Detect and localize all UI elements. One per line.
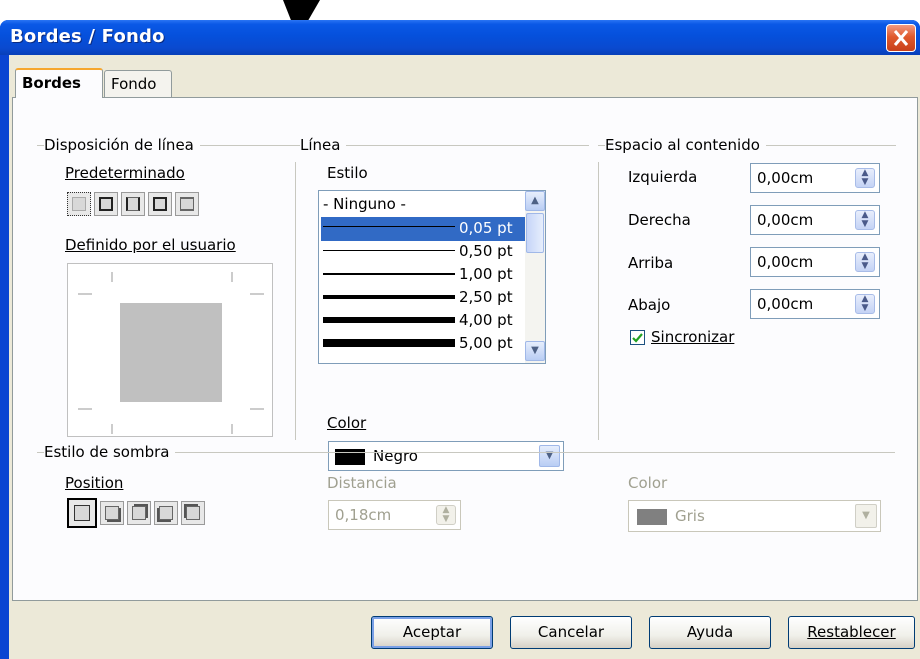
sombra-color-value: Gris (675, 507, 705, 525)
list-item[interactable]: - Ninguno - (321, 193, 531, 217)
line-style-list[interactable]: - Ninguno - 0,05 pt 0,50 pt 1,00 pt 2,50… (318, 190, 546, 364)
chevron-down-icon[interactable]: ▼ (539, 445, 560, 467)
espacio-title: Espacio al contenido (605, 136, 766, 154)
restablecer-button[interactable]: Restablecer (788, 616, 915, 649)
tab-fondo-label: Fondo (111, 75, 157, 93)
position-label: Position (65, 474, 124, 492)
preset-outer-icon[interactable] (94, 192, 118, 216)
tab-fondo[interactable]: Fondo (104, 70, 172, 97)
linea-title: Línea (300, 136, 347, 154)
aceptar-button[interactable]: Aceptar (371, 616, 493, 649)
scroll-thumb[interactable] (526, 213, 544, 253)
linea-color-value: Negro (373, 447, 418, 465)
preset-top-bottom-icon[interactable] (175, 192, 199, 216)
close-button[interactable] (886, 24, 916, 52)
tab-bordes[interactable]: Bordes (15, 68, 103, 98)
shadow-top-left-icon[interactable] (181, 501, 205, 525)
tab-bordes-label: Bordes (22, 74, 81, 92)
spin-arrows-icon[interactable]: ▲ ▼ (855, 294, 875, 314)
scroll-up-icon[interactable]: ▲ (525, 191, 545, 211)
predeterminado-label: Predeterminado (65, 164, 185, 182)
cancelar-button[interactable]: Cancelar (510, 616, 632, 649)
sincronizar-checkbox[interactable] (630, 330, 645, 345)
derecha-label: Derecha (628, 211, 691, 229)
izquierda-spin[interactable]: 0,00cm ▲ ▼ (750, 163, 880, 193)
shadow-bottom-right-icon[interactable] (100, 501, 124, 525)
dialog-window: Bordes / Fondo Bordes Fondo Disposición … (0, 20, 920, 659)
preset-all-icon[interactable] (148, 192, 172, 216)
linea-color-label: Color (327, 414, 367, 432)
shadow-position-icons (67, 498, 267, 530)
sombra-color-swatch (637, 509, 667, 525)
sombra-color-select[interactable]: Gris ▼ (628, 500, 881, 532)
preset-none-icon[interactable] (67, 192, 91, 216)
border-preview-guides (78, 272, 264, 434)
preset-icons (67, 192, 247, 222)
window-title: Bordes / Fondo (10, 26, 165, 47)
spin-arrows-icon[interactable]: ▲ ▼ (855, 252, 875, 272)
chevron-down-icon[interactable]: ▼ (855, 504, 877, 528)
list-scrollbar[interactable]: ▲ ▼ (525, 191, 545, 363)
disposicion-title: Disposición de línea (44, 136, 200, 154)
spin-arrows-icon[interactable]: ▲ ▼ (855, 168, 875, 188)
arriba-label: Arriba (628, 254, 674, 272)
list-item[interactable]: 0,05 pt (321, 217, 531, 241)
abajo-label: Abajo (628, 296, 671, 314)
linea-color-select[interactable]: Negro ▼ (328, 441, 564, 471)
arriba-spin[interactable]: 0,00cm ▲ ▼ (750, 247, 880, 277)
estilo-label: Estilo (327, 164, 368, 182)
ayuda-button[interactable]: Ayuda (649, 616, 771, 649)
abajo-spin[interactable]: 0,00cm ▲ ▼ (750, 289, 880, 319)
preset-left-right-icon[interactable] (121, 192, 145, 216)
definido-label: Definido por el usuario (65, 236, 236, 254)
close-icon (893, 30, 909, 46)
tab-panel-bordes: Disposición de línea Predeterminado Defi… (12, 97, 918, 601)
list-item[interactable]: 5,00 pt (321, 332, 531, 356)
border-preview[interactable] (67, 263, 273, 437)
list-item[interactable]: 4,00 pt (321, 309, 531, 333)
list-item[interactable]: 2,50 pt (321, 286, 531, 310)
distancia-spin[interactable]: 0,18cm ▲ ▼ (328, 500, 461, 530)
title-bar[interactable]: Bordes / Fondo (0, 20, 920, 55)
shadow-none-icon[interactable] (67, 498, 97, 528)
dialog-client-area: Bordes Fondo Disposición de línea Predet… (9, 55, 920, 659)
checkmark-icon (632, 333, 643, 343)
sombra-color-label: Color (628, 474, 668, 492)
sincronizar-label[interactable]: Sincronizar (651, 328, 734, 346)
shadow-bottom-left-icon[interactable] (154, 501, 178, 525)
list-item[interactable]: 0,50 pt (321, 240, 531, 264)
shadow-top-right-icon[interactable] (127, 501, 151, 525)
list-item[interactable]: 1,00 pt (321, 263, 531, 287)
izquierda-label: Izquierda (628, 168, 698, 186)
spin-arrows-icon[interactable]: ▲ ▼ (855, 210, 875, 230)
spin-arrows-icon[interactable]: ▲ ▼ (436, 505, 456, 525)
distancia-label: Distancia (327, 474, 397, 492)
scroll-down-icon[interactable]: ▼ (525, 341, 545, 361)
derecha-spin[interactable]: 0,00cm ▲ ▼ (750, 205, 880, 235)
sombra-title: Estilo de sombra (44, 443, 176, 461)
